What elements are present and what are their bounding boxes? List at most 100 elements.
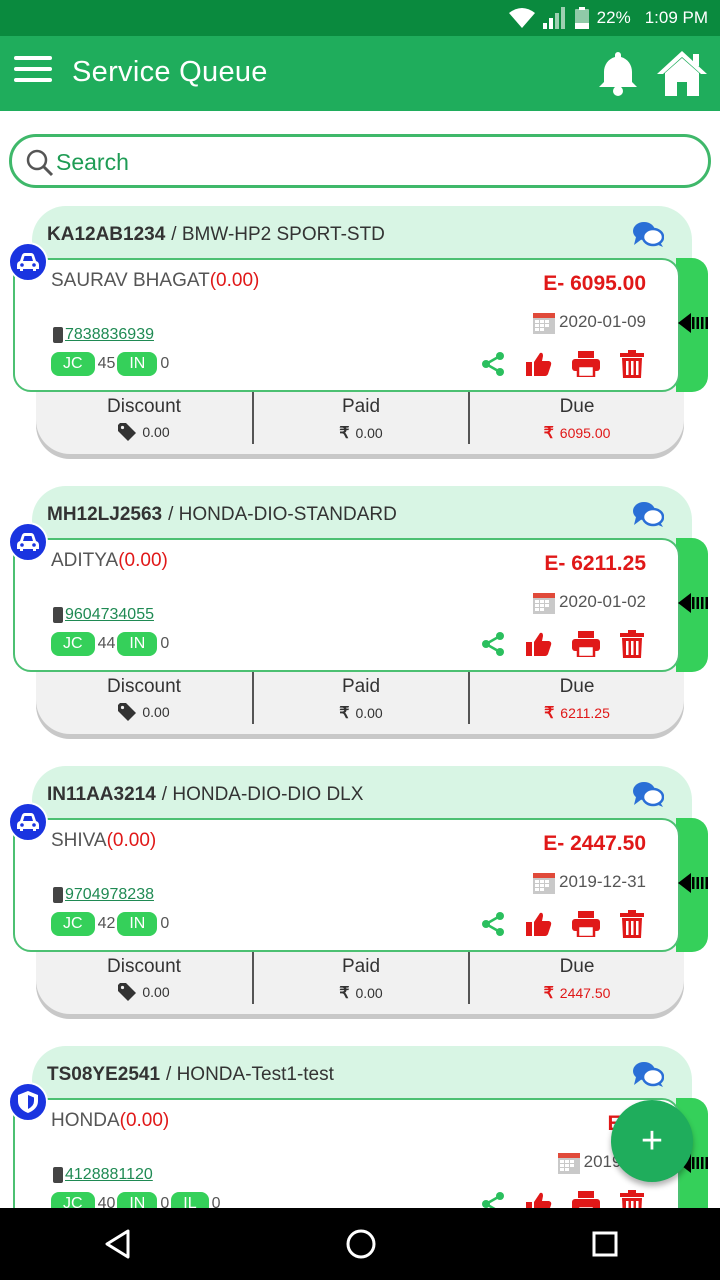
- delete-icon[interactable]: [620, 1190, 644, 1208]
- rupee-icon: ₹: [339, 425, 350, 442]
- discount-label: Discount: [107, 676, 181, 697]
- in-badge[interactable]: IN: [117, 1192, 158, 1208]
- chat-icon[interactable]: [632, 220, 664, 248]
- notifications-button[interactable]: [596, 50, 640, 96]
- service-card[interactable]: KA12AB1234/ BMW-HP2 SPORT-STD SAURAV BHA…: [0, 206, 720, 486]
- due-label: Due: [559, 676, 595, 697]
- menu-button[interactable]: [14, 56, 54, 90]
- calendar-icon: [533, 313, 556, 334]
- app-bar: Service Queue: [0, 36, 720, 111]
- add-service-button[interactable]: +: [611, 1100, 693, 1182]
- estimate-amount: E- 6095.00: [543, 272, 646, 295]
- system-nav-bar: [0, 1208, 720, 1280]
- in-count: 0: [160, 635, 170, 652]
- jc-badge[interactable]: JC: [51, 912, 95, 936]
- search-input[interactable]: [56, 145, 686, 179]
- card-body[interactable]: SAURAV BHAGAT(0.00) E- 6095.00 2020-01-0…: [13, 258, 680, 392]
- print-icon[interactable]: [572, 631, 600, 657]
- service-card[interactable]: MH12LJ2563/ HONDA-DIO-STANDARD ADITYA(0.…: [0, 486, 720, 766]
- jc-count: 40: [97, 1195, 116, 1208]
- due-label: Due: [559, 396, 595, 417]
- in-count: 0: [160, 915, 170, 932]
- customer-balance: (0.00): [118, 550, 168, 571]
- card-totals: Discount 0.00 Paid ₹0.00 Due ₹2447.50: [36, 944, 684, 1014]
- arrow-left-icon: [678, 873, 708, 893]
- service-card[interactable]: TS08YE2541/ HONDA-Test1-test HONDA(0.00)…: [0, 1046, 720, 1208]
- phone-icon: [53, 1167, 63, 1183]
- calendar-icon: [533, 873, 556, 894]
- rupee-icon: ₹: [543, 425, 554, 442]
- service-date: 2020-01-02: [559, 592, 646, 611]
- jc-badge[interactable]: JC: [51, 632, 95, 656]
- service-card[interactable]: IN11AA3214/ HONDA-DIO-DIO DLX SHIVA(0.00…: [0, 766, 720, 1046]
- chat-icon[interactable]: [632, 1060, 664, 1088]
- paid-label: Paid: [341, 396, 381, 417]
- il-count: 0: [211, 1195, 221, 1208]
- customer-balance: (0.00): [209, 270, 260, 291]
- print-icon[interactable]: [572, 911, 600, 937]
- in-badge[interactable]: IN: [117, 912, 158, 936]
- paid-value: 0.00: [355, 425, 383, 441]
- home-nav-icon[interactable]: [345, 1228, 377, 1260]
- phone-link[interactable]: 9604734055: [65, 606, 154, 624]
- service-date: 2019-12-31: [559, 872, 646, 891]
- customer-balance: (0.00): [119, 1110, 170, 1131]
- in-badge[interactable]: IN: [117, 352, 158, 376]
- rupee-icon: ₹: [339, 705, 350, 722]
- jc-badge[interactable]: JC: [51, 352, 95, 376]
- print-icon[interactable]: [572, 1191, 600, 1208]
- chat-icon[interactable]: [632, 500, 664, 528]
- tag-icon: [118, 703, 137, 721]
- print-icon[interactable]: [572, 351, 600, 377]
- jc-badge[interactable]: JC: [51, 1192, 95, 1208]
- due-value: 6095.00: [559, 425, 611, 441]
- phone-icon: [53, 887, 63, 903]
- phone-icon: [53, 607, 63, 623]
- thumbs-up-icon[interactable]: [526, 351, 552, 377]
- card-body[interactable]: ADITYA(0.00) E- 6211.25 2020-01-02 96047…: [13, 538, 680, 672]
- card-body[interactable]: SHIVA(0.00) E- 2447.50 2019-12-31 970497…: [13, 818, 680, 952]
- tag-icon: [118, 983, 137, 1001]
- share-icon[interactable]: [480, 631, 506, 657]
- back-icon[interactable]: [103, 1228, 131, 1260]
- home-icon: [657, 51, 707, 96]
- estimate-amount: E- 6211.25: [544, 552, 646, 575]
- search-bar: [9, 134, 711, 188]
- registration-number: KA12AB1234: [47, 224, 166, 245]
- paid-label: Paid: [341, 676, 381, 697]
- recents-icon[interactable]: [591, 1228, 619, 1260]
- rupee-icon: ₹: [543, 985, 554, 1002]
- discount-value: 0.00: [142, 704, 170, 720]
- in-badge[interactable]: IN: [117, 632, 158, 656]
- share-icon[interactable]: [480, 351, 506, 377]
- tag-icon: [118, 423, 137, 441]
- delete-icon[interactable]: [620, 350, 644, 378]
- chat-icon[interactable]: [632, 780, 664, 808]
- due-value: 2447.50: [559, 985, 611, 1001]
- phone-link[interactable]: 9704978238: [65, 886, 154, 904]
- vehicle-model: / HONDA-DIO-DIO DLX: [161, 784, 364, 805]
- discount-value: 0.00: [142, 984, 170, 1000]
- delete-icon[interactable]: [620, 630, 644, 658]
- jc-count: 45: [97, 355, 116, 372]
- in-count: 0: [160, 1195, 170, 1208]
- in-count: 0: [160, 355, 170, 372]
- battery-icon: [574, 7, 589, 29]
- phone-link[interactable]: 4128881120: [65, 1166, 153, 1184]
- share-icon[interactable]: [480, 1191, 506, 1208]
- wifi-icon: [508, 8, 535, 28]
- card-body[interactable]: HONDA(0.00) E- 0 2019-12 4128881120 JC40…: [13, 1098, 680, 1208]
- il-badge[interactable]: IL: [171, 1192, 209, 1208]
- phone-link[interactable]: 7838836939: [65, 326, 154, 344]
- bell-icon: [599, 52, 637, 96]
- thumbs-up-icon[interactable]: [526, 631, 552, 657]
- home-button[interactable]: [655, 48, 709, 98]
- delete-icon[interactable]: [620, 910, 644, 938]
- jc-count: 42: [97, 915, 116, 932]
- clock: 1:09 PM: [644, 8, 708, 27]
- customer-name: HONDA: [51, 1110, 120, 1131]
- share-icon[interactable]: [480, 911, 506, 937]
- thumbs-up-icon[interactable]: [526, 911, 552, 937]
- estimate-amount: E- 2447.50: [543, 832, 646, 855]
- thumbs-up-icon[interactable]: [526, 1191, 552, 1208]
